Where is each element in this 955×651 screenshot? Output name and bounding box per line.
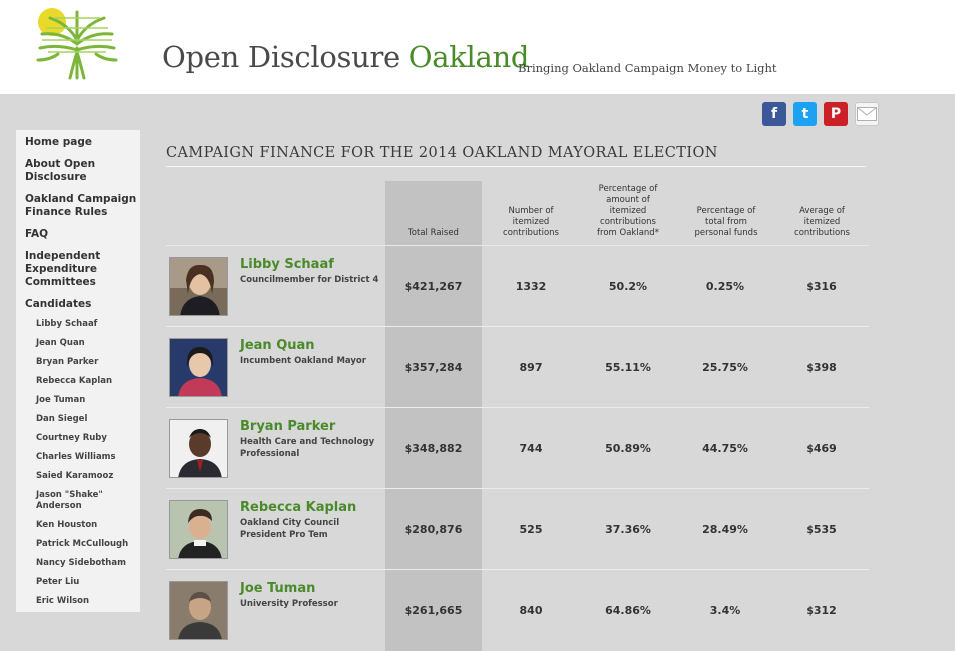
candidate-row: Jean Quan Incumbent Oakland Mayor $357,2… <box>166 327 869 408</box>
pct-personal-cell: 25.75% <box>702 361 748 374</box>
site-header: Open Disclosure Oakland Bringing Oakland… <box>0 0 955 94</box>
pct-personal-cell: 28.49% <box>702 523 748 536</box>
page-title: CAMPAIGN FINANCE FOR THE 2014 OAKLAND MA… <box>166 145 718 161</box>
sidebar-item-candidates[interactable]: Candidates <box>25 298 140 311</box>
pinterest-share-button[interactable]: P <box>824 102 848 126</box>
sidebar-candidate-link[interactable]: Patrick McCullough <box>36 539 140 550</box>
sidebar-candidate-link[interactable]: Jason "Shake" Anderson <box>36 490 116 512</box>
sidebar-item-expenditure-committees[interactable]: Independent Expenditure Committees <box>25 250 140 289</box>
site-tagline: Bringing Oakland Campaign Money to Light <box>518 61 777 75</box>
sidebar-candidate-link[interactable]: Bryan Parker <box>36 357 140 368</box>
sidebar-item-home[interactable]: Home page <box>25 136 140 149</box>
site-title-main: Open Disclosure <box>162 40 409 74</box>
sidebar-candidate-link[interactable]: Dan Siegel <box>36 414 140 425</box>
candidate-row: Rebecca Kaplan Oakland City Council Pres… <box>166 489 869 570</box>
twitter-icon: t <box>801 106 809 122</box>
facebook-share-button[interactable]: f <box>762 102 786 126</box>
average-contribution-cell: $312 <box>806 604 837 617</box>
pct-personal-cell: 0.25% <box>705 280 745 293</box>
pct-oakland-cell: 37.36% <box>605 523 651 536</box>
sidebar-candidate-link[interactable]: Libby Schaaf <box>36 319 140 330</box>
sidebar-item-about[interactable]: About Open Disclosure <box>25 158 140 184</box>
total-raised-cell: $421,267 <box>404 280 463 293</box>
email-share-button[interactable] <box>855 102 879 126</box>
candidate-name[interactable]: Jean Quan <box>240 338 315 353</box>
candidate-photo[interactable] <box>169 257 228 316</box>
total-raised-cell: $348,882 <box>404 442 463 455</box>
sidebar-candidate-link[interactable]: Rebecca Kaplan <box>36 376 140 387</box>
candidate-name[interactable]: Rebecca Kaplan <box>240 500 356 515</box>
candidate-photo[interactable] <box>169 419 228 478</box>
candidate-row: Libby Schaaf Councilmember for District … <box>166 246 869 327</box>
contribution-count-cell: 897 <box>519 361 543 374</box>
email-icon <box>857 107 877 121</box>
candidate-name[interactable]: Bryan Parker <box>240 419 335 434</box>
column-header-pct-personal: Percentage of total from personal funds <box>694 206 758 238</box>
sidebar-item-finance-rules[interactable]: Oakland Campaign Finance Rules <box>25 193 140 219</box>
sidebar-candidate-link[interactable]: Courtney Ruby <box>36 433 140 444</box>
candidate-role: Oakland City Council President Pro Tem <box>240 518 340 540</box>
candidate-row: Bryan Parker Health Care and Technology … <box>166 408 869 489</box>
total-raised-cell: $280,876 <box>404 523 463 536</box>
average-contribution-cell: $398 <box>806 361 837 374</box>
candidate-name[interactable]: Libby Schaaf <box>240 257 334 272</box>
site-title[interactable]: Open Disclosure Oakland <box>162 40 529 74</box>
site-title-accent: Oakland <box>408 40 530 74</box>
sidebar-candidate-link[interactable]: Joe Tuman <box>36 395 140 406</box>
sidebar-candidate-link[interactable]: Eric Wilson <box>36 596 140 607</box>
candidate-photo[interactable] <box>169 581 228 640</box>
average-contribution-cell: $535 <box>806 523 837 536</box>
sidebar-candidate-link[interactable]: Jean Quan <box>36 338 140 349</box>
candidate-role: Health Care and Technology Professional <box>240 437 375 459</box>
sidebar-candidate-link[interactable]: Ken Houston <box>36 520 140 531</box>
pct-oakland-cell: 55.11% <box>605 361 651 374</box>
sidebar-candidate-link[interactable]: Peter Liu <box>36 577 140 588</box>
average-contribution-cell: $316 <box>806 280 837 293</box>
sidebar-candidate-link[interactable]: Charles Williams <box>36 452 140 463</box>
total-raised-cell: $261,665 <box>404 604 463 617</box>
candidate-photo[interactable] <box>169 500 228 559</box>
candidate-list: Libby Schaaf Jean Quan Bryan Parker Rebe… <box>25 319 140 607</box>
candidate-role: Councilmember for District 4 <box>240 275 379 285</box>
heading-divider <box>166 166 866 167</box>
average-contribution-cell: $469 <box>806 442 837 455</box>
candidate-name[interactable]: Joe Tuman <box>240 581 315 596</box>
total-raised-cell: $357,284 <box>404 361 463 374</box>
twitter-share-button[interactable]: t <box>793 102 817 126</box>
pct-personal-cell: 3.4% <box>709 604 741 617</box>
candidate-role: Incumbent Oakland Mayor <box>240 356 366 366</box>
column-header-pct-oakland: Percentage of amount of itemized contrib… <box>597 184 659 238</box>
contribution-count-cell: 744 <box>519 442 543 455</box>
sidebar-nav: Home page About Open Disclosure Oakland … <box>16 130 140 612</box>
candidate-row: Joe Tuman University Professor $261,665 … <box>166 570 869 651</box>
facebook-icon: f <box>770 106 778 122</box>
oakland-tree-logo[interactable] <box>28 4 126 80</box>
pct-oakland-cell: 50.89% <box>605 442 651 455</box>
pinterest-icon: P <box>830 106 842 122</box>
contribution-count-cell: 525 <box>519 523 543 536</box>
candidate-role: University Professor <box>240 599 338 609</box>
pct-oakland-cell: 50.2% <box>608 280 648 293</box>
column-header-average: Average of itemized contributions <box>794 206 850 238</box>
sidebar-candidate-link[interactable]: Saied Karamooz <box>36 471 140 482</box>
column-header-contribution-count: Number of itemized contributions <box>503 206 559 238</box>
column-header-total-raised: Total Raised <box>408 228 459 238</box>
candidate-photo[interactable] <box>169 338 228 397</box>
contribution-count-cell: 1332 <box>515 280 547 293</box>
sidebar-item-faq[interactable]: FAQ <box>25 228 140 241</box>
pct-personal-cell: 44.75% <box>702 442 748 455</box>
sidebar-candidate-link[interactable]: Nancy Sidebotham <box>36 558 140 569</box>
contribution-count-cell: 840 <box>519 604 543 617</box>
social-share-bar: f t P <box>762 102 879 126</box>
pct-oakland-cell: 64.86% <box>605 604 651 617</box>
